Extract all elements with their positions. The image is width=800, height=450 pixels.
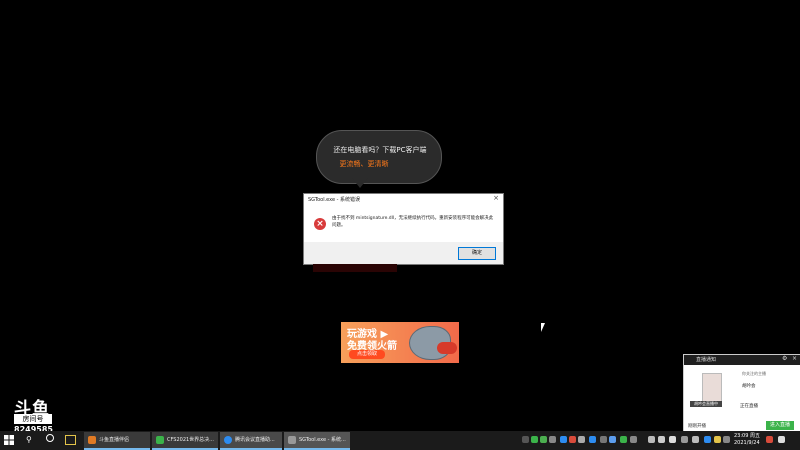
game-ad-banner[interactable]: 玩游戏 ▶ 免费领火箭 点击领取 <box>341 322 459 363</box>
bubble-highlight-text: 更流畅、更清晰 <box>339 160 389 168</box>
tray-app-icon[interactable] <box>589 436 596 443</box>
notification-subtitle: 你关注的主播 <box>742 371 766 376</box>
network-icon[interactable] <box>648 436 655 443</box>
search-icon[interactable]: ⚲ <box>26 435 32 444</box>
task-view-icon[interactable] <box>46 434 54 442</box>
close-icon[interactable]: × <box>493 194 499 202</box>
task-label: SGTool.exe - 系统... <box>299 437 346 443</box>
ime-icon[interactable] <box>669 436 676 443</box>
bubble-tail <box>352 178 368 188</box>
windows-start-icon[interactable] <box>4 435 14 445</box>
tray-app-icon[interactable] <box>569 436 576 443</box>
rocket-icon <box>437 342 457 354</box>
taskbar-item-cfs[interactable]: CFS2021世界总决... <box>152 432 218 450</box>
browser-app-icon <box>156 435 164 444</box>
task-label: 腾讯会议直播助... <box>235 437 275 443</box>
download-tip-bubble[interactable] <box>316 130 442 184</box>
ok-button[interactable]: 确定 <box>458 247 496 260</box>
tray-chevron-icon[interactable] <box>522 436 529 443</box>
close-icon[interactable]: × <box>792 355 797 362</box>
tray-app-icon[interactable] <box>714 436 721 443</box>
tray-app-icon[interactable] <box>609 436 616 443</box>
taskbar-item-sgtool[interactable]: SGTool.exe - 系统... <box>284 432 350 450</box>
notification-title: 直播通知 <box>696 357 717 363</box>
tray-app-icon[interactable] <box>560 436 567 443</box>
tray-app-icon[interactable] <box>630 436 637 443</box>
action-center-icon[interactable] <box>778 436 785 443</box>
bubble-text: 还在电脑看吗？下载PC客户端 <box>333 146 427 154</box>
tray-app-icon[interactable] <box>578 436 585 443</box>
taskbar: ⚲ 斗鱼直播伴侣 CFS2021世界总决... 腾讯会议直播助... SGToo… <box>0 431 800 450</box>
notification-badge-icon[interactable] <box>766 436 773 443</box>
room-label: 房间号 <box>14 414 52 424</box>
error-dialog: SGTool.exe - 系统错误 × × 由于找不到 mintsignatur… <box>303 193 504 265</box>
volume-icon[interactable] <box>658 436 665 443</box>
taskbar-item-tencent[interactable]: 腾讯会议直播助... <box>220 432 282 450</box>
live-status: 正在直播 <box>740 404 758 409</box>
enter-live-button[interactable]: 进入直播 <box>766 421 794 430</box>
tray-app-icon[interactable] <box>531 436 538 443</box>
live-notification-panel: 直播通知 ⚙ × 胡吟会直播中 你关注的主播 胡吟会 正在直播 刚刚开播 进入直… <box>683 354 800 434</box>
mouse-cursor-icon <box>541 323 545 332</box>
avatar-caption: 胡吟会直播中 <box>690 401 722 407</box>
tray-app-icon[interactable] <box>681 436 688 443</box>
streamer-name: 胡吟会 <box>742 384 756 389</box>
wechat-icon[interactable] <box>540 436 547 443</box>
sgtool-app-icon <box>288 435 296 444</box>
file-explorer-icon[interactable] <box>65 435 76 445</box>
tray-app-icon[interactable] <box>549 436 556 443</box>
ad-claim-button[interactable]: 点击领取 <box>349 350 385 359</box>
douyu-app-icon <box>88 435 96 444</box>
clock-time[interactable]: 23:09 周五 <box>734 432 760 439</box>
dialog-message: 由于找不到 mintsignature.dll，无法继续执行代码。重新安装程序可… <box>332 216 494 228</box>
tencent-app-icon <box>224 435 232 444</box>
tray-app-icon[interactable] <box>704 436 711 443</box>
error-icon: × <box>314 218 326 230</box>
notification-time: 刚刚开播 <box>688 424 706 429</box>
taskbar-item-douyu[interactable]: 斗鱼直播伴侣 <box>84 432 150 450</box>
clock-date[interactable]: 2021/9/24 <box>734 440 760 446</box>
task-label: 斗鱼直播伴侣 <box>99 437 130 443</box>
task-label: CFS2021世界总决... <box>167 437 214 443</box>
tray-app-icon[interactable] <box>620 436 627 443</box>
gear-icon[interactable]: ⚙ <box>782 355 787 362</box>
tray-app-icon[interactable] <box>723 436 730 443</box>
tray-app-icon[interactable] <box>600 436 607 443</box>
dialog-title: SGTool.exe - 系统错误 <box>308 197 361 203</box>
background-glow <box>313 264 397 272</box>
tray-app-icon[interactable] <box>692 436 699 443</box>
